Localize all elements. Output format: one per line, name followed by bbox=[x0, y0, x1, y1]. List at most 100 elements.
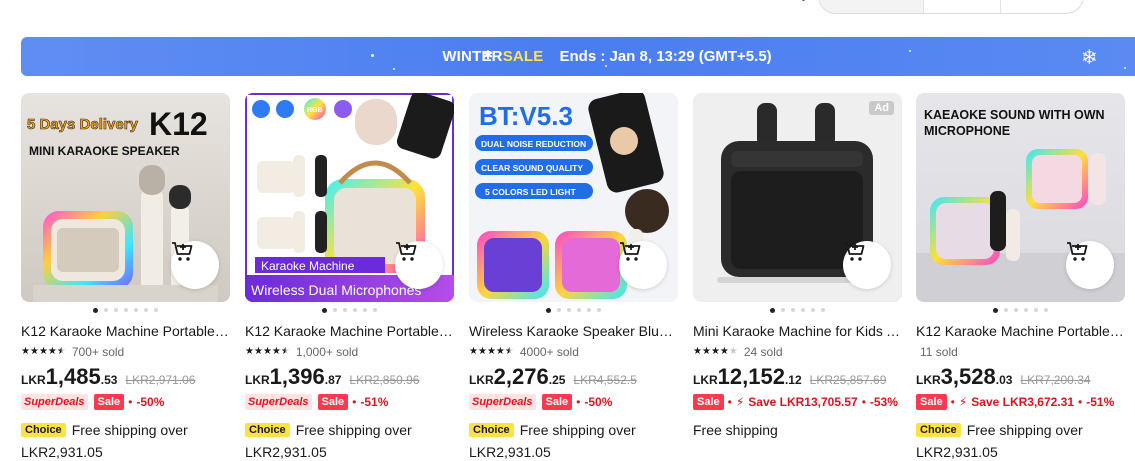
image-caption: KAEAOKE SOUND WITH OWN bbox=[924, 108, 1105, 122]
price: 3,528 bbox=[940, 364, 996, 389]
price: 1,396 bbox=[269, 364, 325, 389]
shipping-text: Free shipping over bbox=[519, 422, 636, 438]
product-image[interactable]: Ad bbox=[693, 93, 902, 302]
add-to-cart-icon bbox=[172, 242, 193, 261]
image-carousel-dots[interactable] bbox=[916, 307, 1125, 313]
deal-tags: SuperDeals Sale • -51% bbox=[245, 393, 454, 411]
add-to-cart-icon bbox=[844, 242, 865, 261]
price: 12,152 bbox=[717, 364, 785, 389]
image-carousel-dots[interactable] bbox=[21, 307, 230, 313]
sale-badge: Sale bbox=[541, 394, 573, 410]
discount-percent: -50% bbox=[136, 395, 165, 409]
price: 1,485 bbox=[45, 364, 101, 389]
shipping-text: Free shipping over bbox=[966, 422, 1083, 438]
image-caption: MINI KARAOKE SPEAKER bbox=[29, 144, 180, 158]
product-card[interactable]: 5 Days Delivery K12 MINI KARAOKE SPEAKER… bbox=[21, 93, 230, 461]
product-title[interactable]: Wireless Karaoke Speaker Bluetooth Dual … bbox=[469, 323, 678, 339]
star-rating: ★ ★ ★ ★ ★ bbox=[245, 345, 290, 357]
product-card[interactable]: RGB Karaoke Machine Wireless Dual Microp… bbox=[245, 93, 454, 461]
choice-badge: Choice bbox=[469, 423, 514, 437]
superdeals-badge: SuperDeals bbox=[21, 394, 88, 410]
shipping-row: Choice Free shipping over bbox=[469, 421, 678, 439]
product-image[interactable]: BT:V5.3 DUAL NOISE REDUCTION CLEAR SOUND… bbox=[469, 93, 678, 302]
image-caption: Wireless Dual Microphones bbox=[251, 282, 421, 298]
product-title[interactable]: K12 Karaoke Machine Portable Bluetooth S… bbox=[245, 323, 454, 339]
banner-countdown: Ends : Jan 8, 13:29 (GMT+5.5) bbox=[559, 48, 772, 65]
product-image[interactable]: RGB Karaoke Machine Wireless Dual Microp… bbox=[245, 93, 454, 302]
discount-percent: -53% bbox=[869, 395, 898, 409]
shipping-text: Free shipping over bbox=[295, 422, 412, 438]
view-toggle-segment-3[interactable] bbox=[1001, 0, 1083, 13]
image-caption: DUAL NOISE REDUCTION bbox=[481, 139, 586, 149]
sold-count: 24 sold bbox=[743, 344, 783, 359]
view-toggle[interactable] bbox=[818, 0, 1084, 14]
view-toggle-segment-2[interactable] bbox=[924, 0, 1001, 13]
add-to-cart-button[interactable] bbox=[843, 241, 891, 289]
rating-row: ★ ★ ★ ★ ★ 700+ sold bbox=[21, 344, 230, 359]
ad-label: Ad bbox=[869, 101, 894, 115]
add-to-cart-button[interactable] bbox=[395, 241, 443, 289]
star-rating: ★ ★ ★ ★ ★ bbox=[469, 345, 514, 357]
image-carousel-dots[interactable] bbox=[693, 307, 902, 313]
price-row: LKR 3,528.03 LKR7,200.34 bbox=[916, 364, 1091, 389]
lightning-icon: ⚡︎ bbox=[735, 395, 745, 409]
savings-amount: Save LKR3,672.31 bbox=[971, 395, 1075, 409]
add-to-cart-icon bbox=[1067, 242, 1088, 261]
product-image[interactable]: 5 Days Delivery K12 MINI KARAOKE SPEAKER bbox=[21, 93, 230, 302]
sold-count: 4000+ sold bbox=[519, 344, 579, 359]
original-price: LKR4,552.5 bbox=[573, 373, 637, 387]
choice-badge: Choice bbox=[916, 423, 961, 437]
product-card[interactable]: KAEAOKE SOUND WITH OWN MICROPHONE K12 Ka… bbox=[916, 93, 1125, 461]
shipping-row: Choice Free shipping over bbox=[916, 421, 1125, 439]
sort-indicator-dot bbox=[802, 0, 805, 1]
add-to-cart-icon bbox=[620, 242, 641, 261]
lightning-icon: ⚡︎ bbox=[958, 395, 968, 409]
deal-tags: Sale • ⚡︎ Save LKR3,672.31 • -51% bbox=[916, 393, 1125, 411]
rating-row: 11 sold bbox=[916, 344, 1125, 359]
image-caption: Karaoke Machine bbox=[261, 259, 355, 273]
add-to-cart-button[interactable] bbox=[1066, 241, 1114, 289]
choice-badge: Choice bbox=[245, 423, 290, 437]
product-card[interactable]: Ad Mini Karaoke Machine for Kids Adults … bbox=[693, 93, 902, 461]
add-to-cart-icon bbox=[396, 242, 417, 261]
discount-percent: -51% bbox=[1086, 395, 1115, 409]
image-carousel-dots[interactable] bbox=[245, 307, 454, 313]
original-price: LKR2,971.06 bbox=[125, 373, 196, 387]
add-to-cart-button[interactable] bbox=[619, 241, 667, 289]
shipping-threshold: LKR2,931.05 bbox=[245, 444, 327, 460]
product-image[interactable]: KAEAOKE SOUND WITH OWN MICROPHONE bbox=[916, 93, 1125, 302]
discount-percent: -50% bbox=[584, 395, 613, 409]
add-to-cart-button[interactable] bbox=[171, 241, 219, 289]
rating-row: ★ ★ ★ ★ ★ 24 sold bbox=[693, 344, 902, 359]
product-card[interactable]: BT:V5.3 DUAL NOISE REDUCTION CLEAR SOUND… bbox=[469, 93, 678, 461]
product-title[interactable]: K12 Karaoke Machine Portable Mini Karaok… bbox=[21, 323, 230, 339]
sold-count: 1,000+ sold bbox=[295, 344, 359, 359]
image-caption: 5 Days Delivery bbox=[27, 116, 139, 133]
banner-title: WINTERSALE bbox=[442, 48, 544, 65]
sold-count: 700+ sold bbox=[71, 344, 125, 359]
deal-tags: Sale • ⚡︎ Save LKR13,705.57 • -53% bbox=[693, 393, 902, 411]
image-carousel-dots[interactable] bbox=[469, 307, 678, 313]
superdeals-badge: SuperDeals bbox=[245, 394, 312, 410]
shipping-text: Free shipping bbox=[693, 422, 778, 438]
image-caption: MICROPHONE bbox=[924, 124, 1010, 138]
product-title[interactable]: Mini Karaoke Machine for Kids Adults bbox=[693, 323, 902, 339]
price-row: LKR 2,276.25 LKR4,552.5 bbox=[469, 364, 637, 389]
sale-badge: Sale bbox=[93, 394, 125, 410]
sale-badge: Sale bbox=[693, 394, 724, 410]
winter-sale-banner[interactable]: ✱ ❄ WINTERSALE Ends : Jan 8, 13:29 (GMT+… bbox=[21, 37, 1135, 76]
star-rating: ★ ★ ★ ★ ★ bbox=[21, 345, 66, 357]
star-rating: ★ ★ ★ ★ ★ bbox=[693, 345, 738, 357]
sale-badge: Sale bbox=[916, 394, 947, 410]
sold-count: 11 sold bbox=[920, 344, 958, 359]
shipping-row: Choice Free shipping over bbox=[245, 421, 454, 439]
original-price: LKR2,850.96 bbox=[349, 373, 420, 387]
image-caption: BT:V5.3 bbox=[479, 101, 573, 131]
choice-badge: Choice bbox=[21, 423, 66, 437]
rating-row: ★ ★ ★ ★ ★ 4000+ sold bbox=[469, 344, 678, 359]
product-title[interactable]: K12 Karaoke Machine Portable Mini Speake… bbox=[916, 323, 1125, 339]
view-toggle-segment-1[interactable] bbox=[819, 0, 924, 13]
price-row: LKR 1,396.87 LKR2,850.96 bbox=[245, 364, 420, 389]
shipping-threshold: LKR2,931.05 bbox=[21, 444, 103, 460]
image-caption: RGB bbox=[307, 107, 323, 114]
